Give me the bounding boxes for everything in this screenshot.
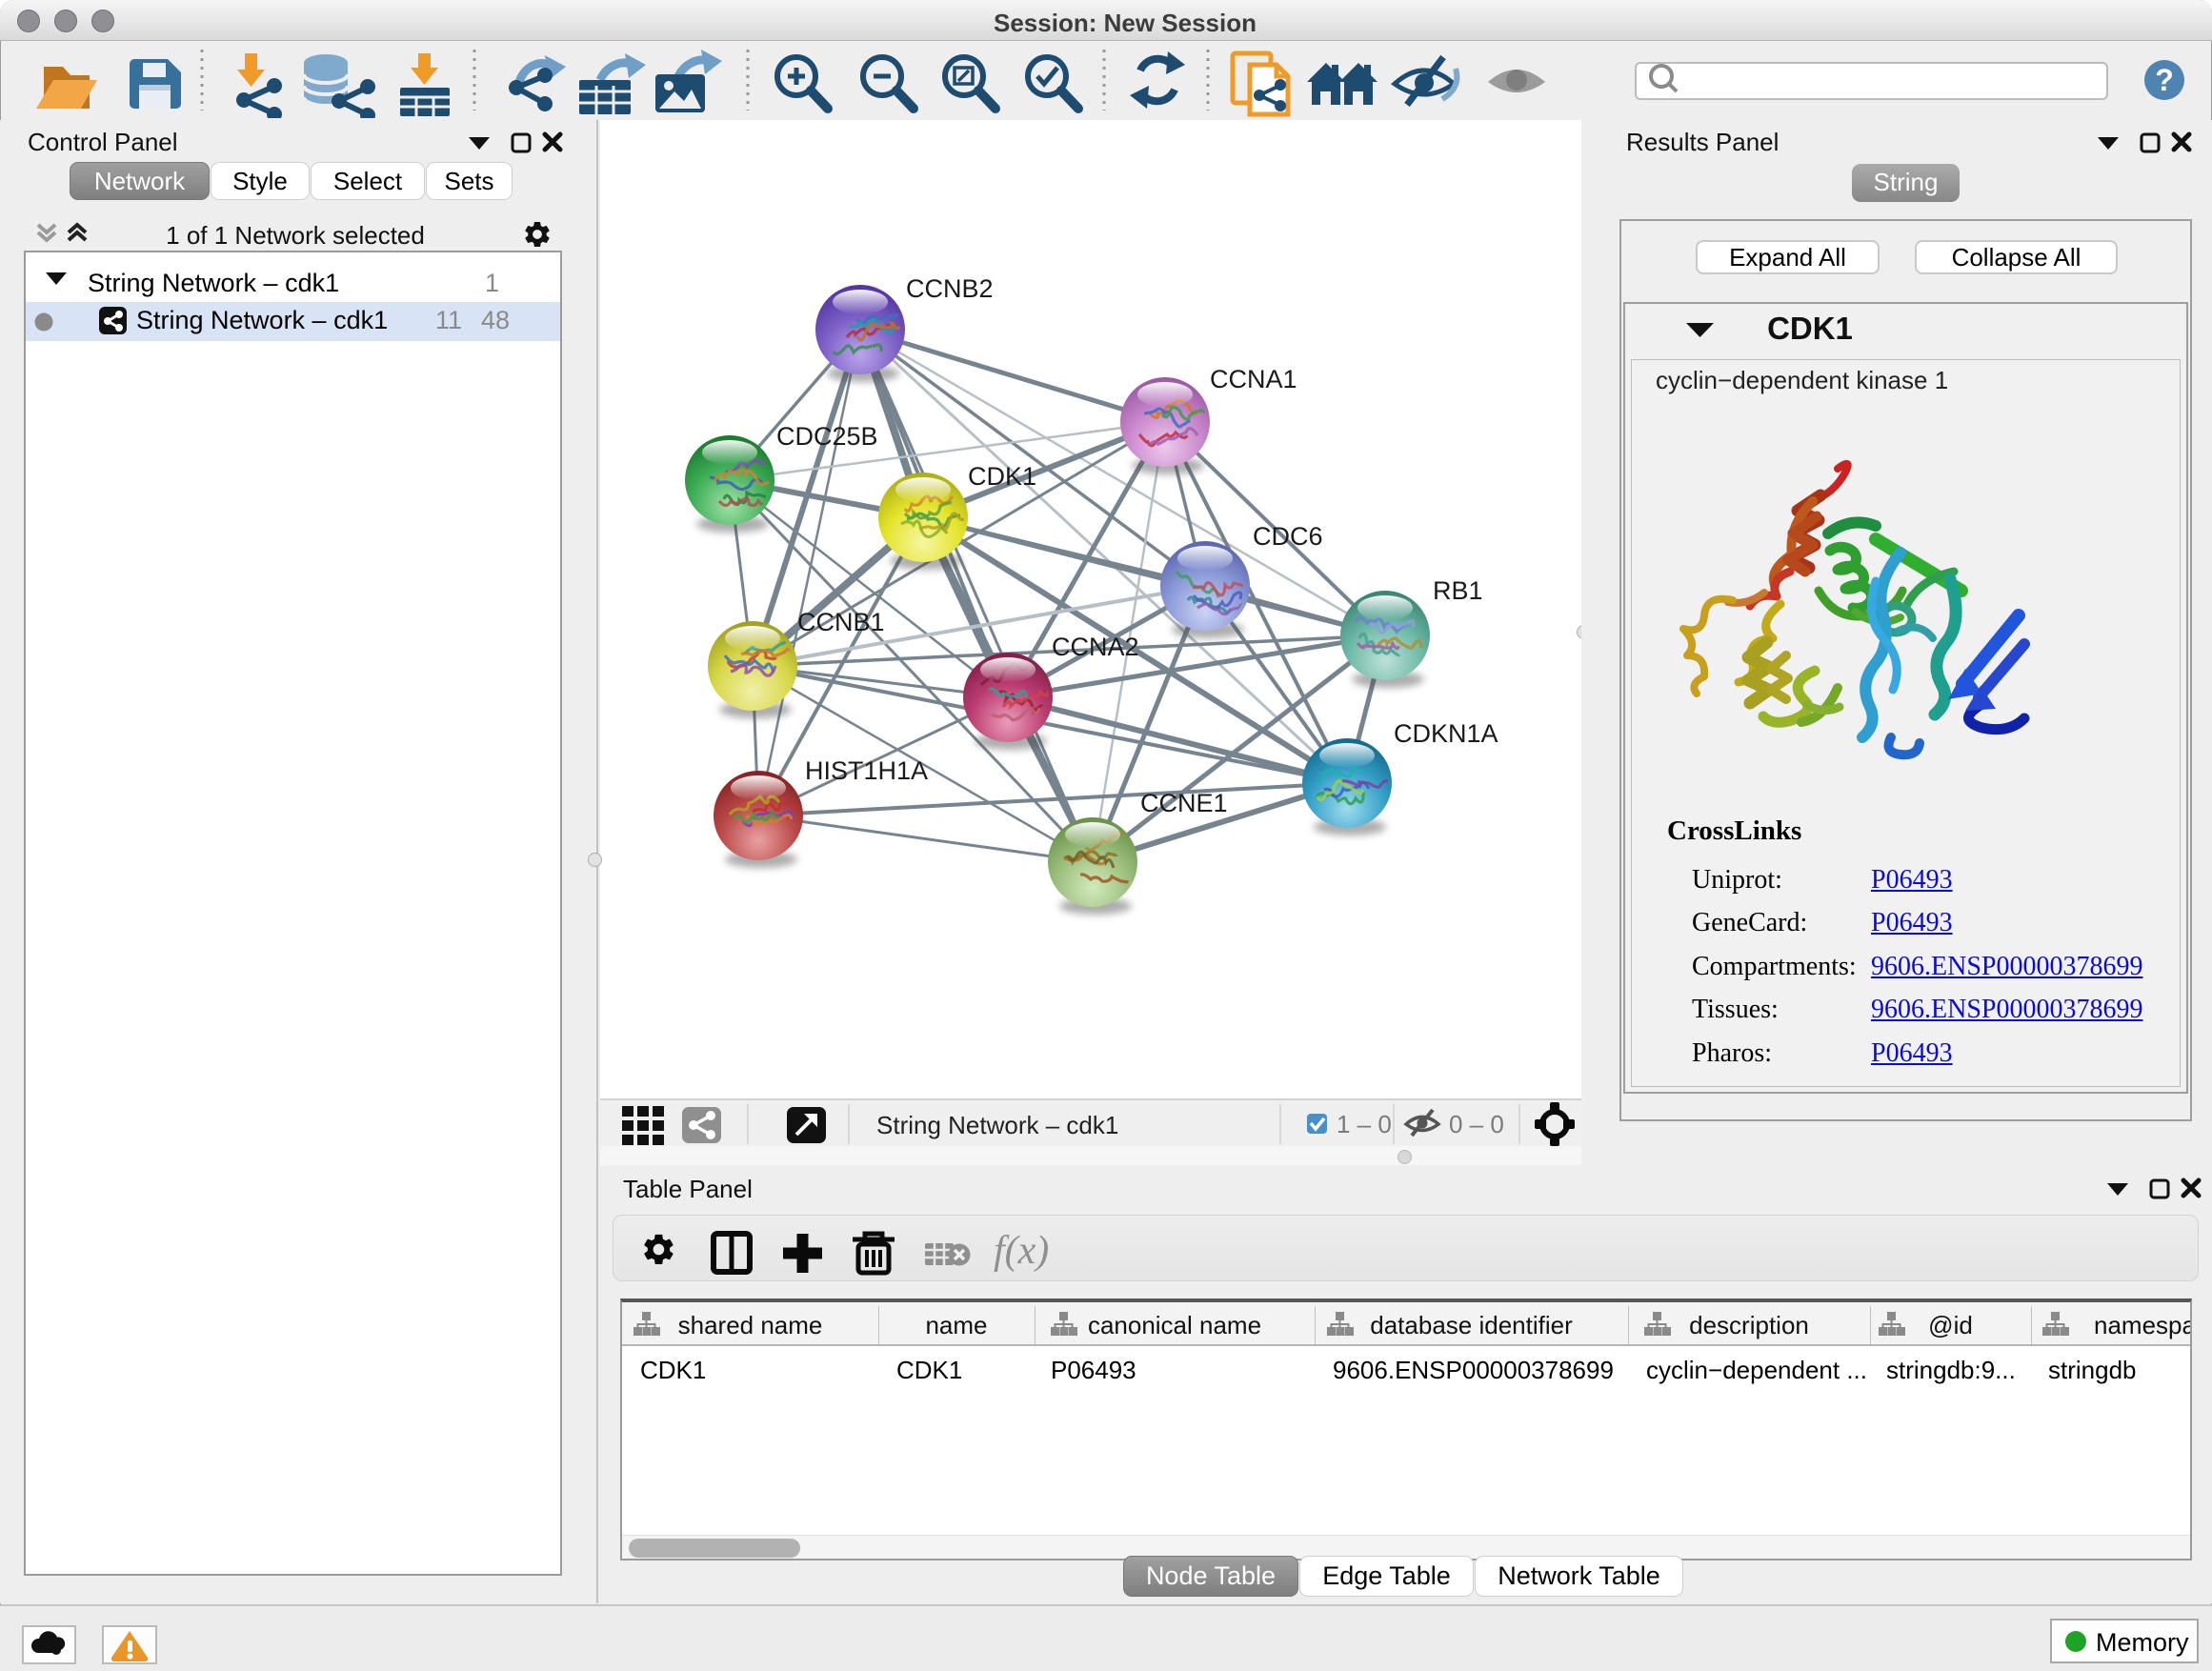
svg-text:RB1: RB1	[1433, 576, 1483, 605]
svg-text:CCNB2: CCNB2	[906, 274, 994, 303]
svg-text:CDK1: CDK1	[968, 462, 1036, 491]
svg-text:0 – 0: 0 – 0	[1449, 1110, 1504, 1138]
svg-text:CCNA1: CCNA1	[1210, 365, 1297, 393]
svg-text:CCNE1: CCNE1	[1140, 789, 1228, 817]
svg-text:String Network – cdk1: String Network – cdk1	[876, 1111, 1118, 1139]
svg-text:?: ?	[2155, 63, 2174, 97]
svg-text:f(x): f(x)	[994, 1229, 1049, 1273]
svg-text:1 – 0: 1 – 0	[1337, 1110, 1392, 1138]
svg-text:CCNB1: CCNB1	[797, 608, 885, 636]
svg-text:CDC25B: CDC25B	[776, 422, 878, 451]
svg-text:HIST1H1A: HIST1H1A	[805, 756, 928, 785]
svg-text:CDKN1A: CDKN1A	[1394, 719, 1498, 748]
svg-text:CDC6: CDC6	[1253, 522, 1323, 551]
svg-text:CCNA2: CCNA2	[1052, 633, 1139, 661]
